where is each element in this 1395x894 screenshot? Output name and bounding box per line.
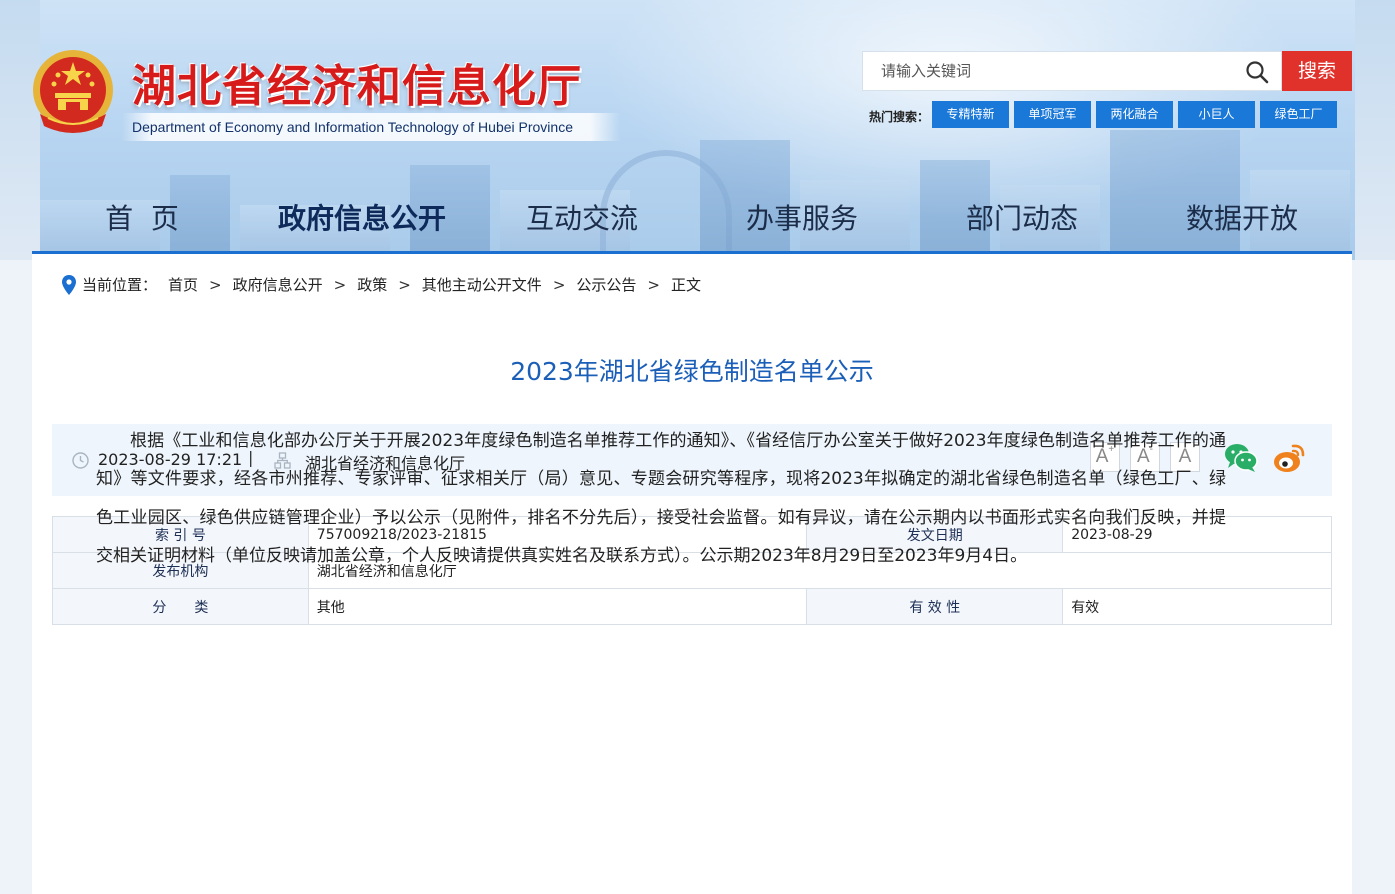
nav-gov-info[interactable]: 政府信息公开 <box>252 190 472 250</box>
main-nav: 首 页 政府信息公开 互动交流 办事服务 部门动态 数据开放 <box>32 190 1352 250</box>
breadcrumb-separator: > <box>333 275 347 294</box>
article-body: 根据《工业和信息化部办公厅关于开展2023年度绿色制造名单推荐工作的通知》、《省… <box>96 431 1226 567</box>
hot-tag[interactable]: 两化融合 <box>1096 101 1173 128</box>
breadcrumb: 当前位置： 首页 > 政府信息公开 > 政策 > 其他主动公开文件 > 公示公告… <box>62 274 701 295</box>
wechat-icon[interactable] <box>1224 442 1258 474</box>
nav-interaction[interactable]: 互动交流 <box>472 190 692 250</box>
site-title[interactable]: 湖北省经济和信息化厅 <box>132 50 582 114</box>
breadcrumb-separator: > <box>209 275 222 294</box>
table-row: 分 类 其他 有 效 性 有效 <box>52 588 1332 625</box>
breadcrumb-separator: > <box>398 275 411 294</box>
nav-home[interactable]: 首 页 <box>32 190 252 250</box>
breadcrumb-other-files[interactable]: 其他主动公开文件 <box>422 274 542 295</box>
national-emblem-icon <box>33 50 113 133</box>
breadcrumb-home[interactable]: 首页 <box>168 274 198 295</box>
breadcrumb-label: 当前位置： <box>82 276 158 294</box>
weibo-icon[interactable] <box>1272 442 1306 474</box>
breadcrumb-separator: > <box>552 275 566 294</box>
hot-search-label: 热门搜索： <box>869 110 930 124</box>
hot-tag[interactable]: 单项冠军 <box>1014 101 1091 128</box>
nav-open-data[interactable]: 数据开放 <box>1132 190 1352 250</box>
breadcrumb-announcements[interactable]: 公示公告 <box>576 274 636 295</box>
category-label: 分 类 <box>52 588 309 625</box>
validity-value: 有效 <box>1062 588 1332 625</box>
category-value: 其他 <box>307 588 808 625</box>
location-pin-icon <box>62 274 76 295</box>
article-title: 2023年湖北省绿色制造名单公示 <box>510 357 874 386</box>
breadcrumb-separator: > <box>647 275 660 294</box>
site-subtitle-en: Department of Economy and Information Te… <box>122 113 620 141</box>
hot-tag[interactable]: 专精特新 <box>932 101 1009 128</box>
breadcrumb-current: 正文 <box>670 276 701 294</box>
hot-search-tags: 专精特新 单项冠军 两化融合 小巨人 绿色工厂 <box>932 101 1337 128</box>
breadcrumb-policy[interactable]: 政策 <box>357 274 387 295</box>
validity-label: 有 效 性 <box>806 588 1064 625</box>
search-button[interactable]: 搜索 <box>1282 51 1352 91</box>
search-icon[interactable] <box>1245 60 1269 84</box>
hot-tag[interactable]: 小巨人 <box>1178 101 1255 128</box>
breadcrumb-gov-info[interactable]: 政府信息公开 <box>233 274 323 295</box>
search-input[interactable] <box>863 52 1233 90</box>
search-box <box>862 51 1282 91</box>
nav-news[interactable]: 部门动态 <box>912 190 1132 250</box>
right-decoration <box>1355 0 1395 260</box>
clock-icon <box>72 452 89 469</box>
nav-services[interactable]: 办事服务 <box>692 190 912 250</box>
hot-tag[interactable]: 绿色工厂 <box>1260 101 1337 128</box>
